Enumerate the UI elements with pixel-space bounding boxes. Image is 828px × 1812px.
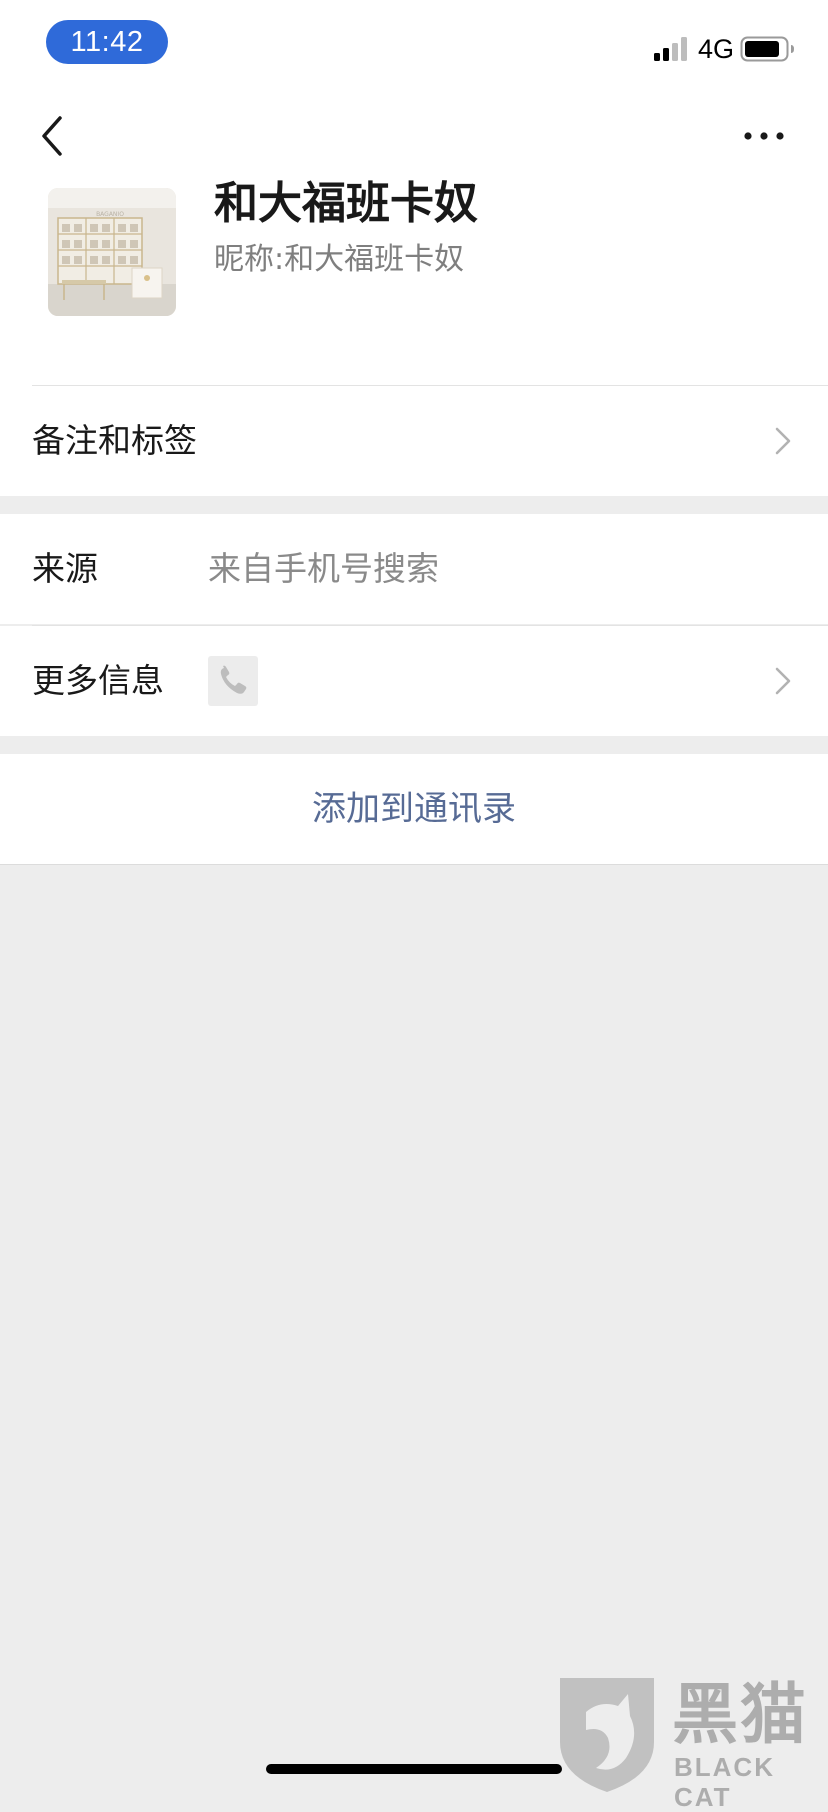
battery-icon <box>740 36 794 62</box>
avatar-sign: BAGANIO <box>96 211 124 218</box>
chevron-right-icon <box>775 427 791 455</box>
store-photo-image: BAGANIO <box>48 188 176 316</box>
remarks-tags-cell[interactable]: 备注和标签 <box>0 386 828 496</box>
nickname-value: 和大福班卡奴 <box>284 242 465 277</box>
more-info-label: 更多信息 <box>32 661 164 700</box>
profile-name: 和大福班卡奴 <box>214 178 478 229</box>
phone-icon <box>208 656 258 706</box>
home-indicator[interactable] <box>266 1764 562 1774</box>
watermark-subtext: BLACK CAT <box>674 1752 775 1812</box>
ellipsis-icon[interactable] <box>738 118 790 154</box>
status-time: 11:42 <box>46 20 168 64</box>
add-to-contacts-cell: 添加到通讯录 <box>0 754 828 865</box>
source-value: 来自手机号搜索 <box>208 549 439 588</box>
chevron-left-icon[interactable] <box>30 108 74 164</box>
remarks-tags-label: 备注和标签 <box>32 421 197 460</box>
watermark-text: 黑猫 <box>672 1676 808 1753</box>
nickname-label: 昵称: <box>214 242 285 277</box>
add-to-contacts-button[interactable]: 添加到通讯录 <box>0 754 828 864</box>
source-label: 来源 <box>32 549 98 588</box>
cellular-signal-icon <box>654 37 687 61</box>
avatar[interactable]: BAGANIO <box>48 188 176 316</box>
network-type: 4G <box>698 34 735 64</box>
source-cell: 来源 来自手机号搜索 <box>0 514 828 624</box>
contact-profile-screen: 11:42 4G BAGANIO 和大福班卡奴 昵称:和大福班卡奴 备注和标签 … <box>0 0 828 1812</box>
chevron-right-icon <box>775 667 791 695</box>
status-bar: 11:42 4G <box>0 0 828 88</box>
more-info-cell[interactable]: 更多信息 <box>0 626 828 736</box>
nickname-row: 昵称:和大福班卡奴 <box>214 240 464 280</box>
profile-header: BAGANIO 和大福班卡奴 昵称:和大福班卡奴 <box>0 88 828 386</box>
